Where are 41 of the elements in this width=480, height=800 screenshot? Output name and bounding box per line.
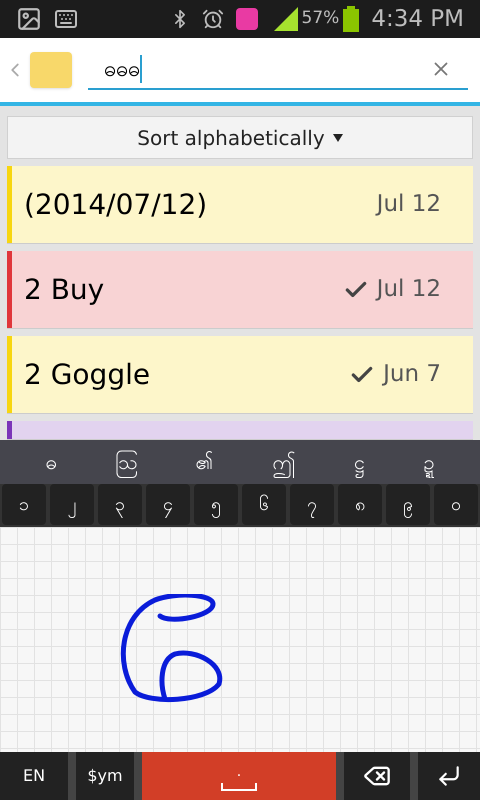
- digit-key[interactable]: ၂: [50, 484, 94, 525]
- space-key[interactable]: .: [142, 752, 336, 800]
- note-title: (2014/07/12): [24, 186, 208, 222]
- keyboard-notification-icon: [54, 7, 78, 31]
- digit-key[interactable]: ၀: [434, 484, 478, 525]
- digit-key[interactable]: ၁: [2, 484, 46, 525]
- digit-key[interactable]: ၈: [338, 484, 382, 525]
- candidate-suggestion[interactable]: ဋ္ဌ: [354, 447, 365, 477]
- search-field[interactable]: ဓဓဓ: [88, 50, 468, 90]
- clock: 4:34 PM: [371, 4, 464, 34]
- sort-dropdown[interactable]: Sort alphabetically: [7, 116, 473, 159]
- digit-key[interactable]: ၆: [242, 484, 286, 525]
- battery-percent: 57%: [302, 7, 340, 30]
- candidate-suggestion[interactable]: ဍ္ဍ: [424, 447, 435, 477]
- symbols-key[interactable]: $ym: [76, 752, 134, 800]
- battery-icon: [343, 6, 360, 32]
- app-notification-icon: [236, 8, 258, 30]
- note-card[interactable]: 2 Goggle Jun 7: [7, 336, 473, 414]
- candidate-suggestion[interactable]: ဤ: [272, 447, 296, 477]
- alarm-icon: [202, 8, 224, 30]
- digit-key[interactable]: ၇: [290, 484, 334, 525]
- picture-notification-icon: [16, 6, 42, 32]
- language-key[interactable]: EN: [0, 752, 68, 800]
- backspace-key[interactable]: [344, 752, 410, 800]
- dropdown-arrow-icon: [332, 134, 343, 142]
- space-bar-icon: [221, 782, 257, 790]
- candidate-suggestion[interactable]: ဓ: [45, 447, 56, 477]
- note-card[interactable]: 2 Buy Jul 12: [7, 251, 473, 329]
- digit-key[interactable]: ၄: [146, 484, 190, 525]
- candidate-suggestion[interactable]: ဩ: [114, 447, 137, 477]
- digit-key[interactable]: ၅: [194, 484, 238, 525]
- digit-key[interactable]: ၉: [386, 484, 430, 525]
- note-date: Jul 12: [376, 275, 441, 304]
- candidate-suggestion[interactable]: ၏: [196, 447, 214, 477]
- note-date: Jun 7: [383, 360, 441, 390]
- note-card[interactable]: (2014/07/12) Jul 12: [7, 166, 473, 244]
- note-date: Jul 12: [376, 190, 441, 220]
- digit-key[interactable]: ၃: [98, 484, 142, 525]
- note-title: 2 Goggle: [24, 356, 152, 392]
- enter-key[interactable]: [418, 752, 480, 800]
- note-title: 2 Buy: [24, 272, 106, 308]
